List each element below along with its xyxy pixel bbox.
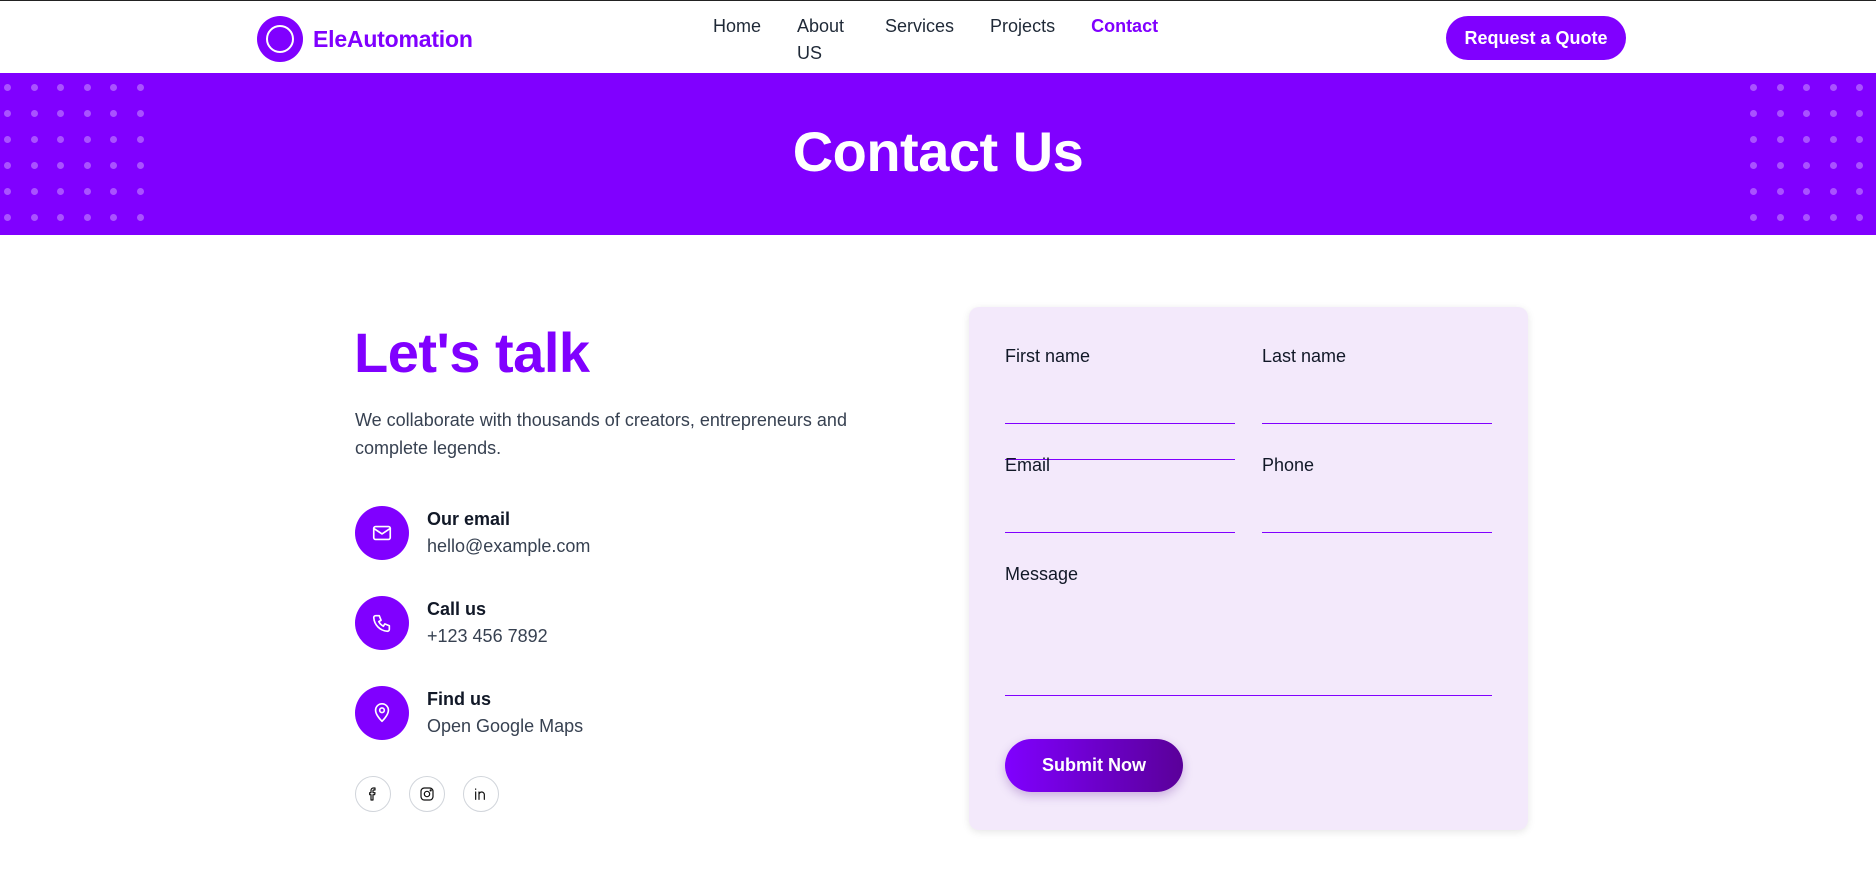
dot [110,214,117,221]
nav-services[interactable]: Services [885,13,954,67]
contact-location: Find us Open Google Maps [355,686,583,740]
facebook-icon[interactable] [355,776,391,812]
dot [1829,84,1837,91]
social-links [355,776,499,812]
dot [4,214,11,221]
dot [30,188,38,195]
contact-location-label: Find us [427,689,491,709]
dot [1803,110,1810,117]
dot [1776,214,1784,221]
section-title: Let's talk [354,321,590,384]
first-name-label: First name [1005,346,1091,366]
dot [1750,84,1757,91]
dot [4,188,11,195]
dot [136,188,144,195]
dot [1803,188,1810,195]
dot [110,84,117,91]
submit-button[interactable]: Submit Now [1005,739,1183,792]
dot [30,214,38,221]
section-description: We collaborate with thousands of creator… [355,410,847,458]
phone-input[interactable] [1262,482,1492,510]
phone-field: Phone [1262,452,1492,512]
last-name-label: Last name [1262,346,1347,366]
dot [83,84,91,91]
first-name-field: First name [1005,343,1235,460]
first-name-underline [1005,423,1235,424]
last-name-field: Last name [1262,343,1492,403]
dot [1750,188,1757,195]
nav-home[interactable]: Home [713,13,761,67]
message-field: Message [1005,561,1492,691]
dot [1776,188,1784,195]
dot [57,84,64,91]
contact-email-value[interactable]: hello@example.com [427,533,590,560]
nav-projects[interactable]: Projects [990,13,1055,67]
message-input[interactable] [1005,593,1492,687]
contact-email: Our email hello@example.com [355,506,590,560]
dot [1856,84,1863,91]
dot [83,214,91,221]
mail-icon [355,506,409,560]
contact-phone-value[interactable]: +123 456 7892 [427,623,548,650]
contact-phone-label: Call us [427,599,487,619]
dot [1856,214,1863,221]
message-underline [1005,695,1492,696]
logo-text: EleAutomation [313,25,473,52]
dot [1803,84,1810,91]
dot [136,214,144,221]
phone-icon [355,596,409,650]
page-banner: Contact Us [0,73,1876,235]
message-label: Message [1005,564,1079,584]
contact-email-label: Our email [427,509,511,529]
dot [1750,110,1757,117]
dot [1750,214,1757,221]
dot [30,110,38,117]
site-header: EleAutomation Home About US Services Pro… [0,0,1876,73]
dot [1776,84,1784,91]
nav-about[interactable]: About US [797,13,849,67]
logo[interactable]: EleAutomation [257,16,473,62]
dot [4,110,11,117]
dot [83,188,91,195]
instagram-icon[interactable] [409,776,445,812]
last-name-input[interactable] [1262,373,1492,401]
main-nav: Home About US Services Projects Contact [713,13,1158,67]
dot [1856,188,1863,195]
email-field: Email [1005,452,1235,512]
dot [1856,110,1863,117]
dot [30,84,38,91]
dot [1829,188,1837,195]
phone-label: Phone [1262,455,1315,475]
dot [136,84,144,91]
dot [83,110,91,117]
dot [136,110,144,117]
dot [110,110,117,117]
logo-icon [257,16,303,62]
google-maps-link[interactable]: Open Google Maps [427,713,583,740]
page-title: Contact Us [792,120,1084,183]
map-pin-icon [355,686,409,740]
dot [1829,110,1837,117]
request-quote-button[interactable]: Request a Quote [1446,16,1626,60]
phone-underline [1262,532,1492,533]
linkedin-icon[interactable] [463,776,499,812]
dot [57,110,64,117]
dot [4,84,11,91]
email-label: Email [1005,455,1051,475]
contact-phone: Call us +123 456 7892 [355,596,548,650]
last-name-underline [1262,423,1492,424]
nav-contact[interactable]: Contact [1091,13,1158,67]
dot [110,188,117,195]
dot [1776,110,1784,117]
first-name-input[interactable] [1005,373,1235,401]
email-input[interactable] [1005,482,1235,510]
dot [1829,214,1837,221]
contact-form: First name Last name Email Phone Message… [969,307,1528,830]
dot [57,188,64,195]
email-underline [1005,532,1235,533]
dot [57,214,64,221]
dot [1803,214,1810,221]
